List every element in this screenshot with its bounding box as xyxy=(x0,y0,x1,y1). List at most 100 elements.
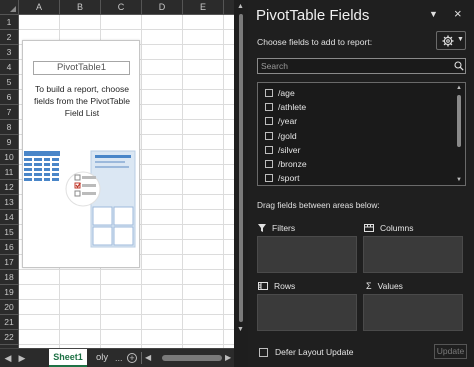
next-sheet-icon[interactable]: ▶ xyxy=(16,349,28,367)
list-scroll-down-icon[interactable]: ▼ xyxy=(456,177,462,183)
field-checkbox[interactable] xyxy=(265,131,273,140)
row-header[interactable]: 6 xyxy=(0,90,18,105)
field-list-item[interactable]: /age xyxy=(265,86,295,100)
pivot-table-name: PivotTable1 xyxy=(33,61,130,75)
add-sheet-icon[interactable]: + xyxy=(127,353,137,363)
pivot-table-placeholder[interactable]: PivotTable1 To build a report, choose fi… xyxy=(22,40,140,268)
filters-drop-zone[interactable] xyxy=(257,236,357,273)
drag-fields-label: Drag fields between areas below: xyxy=(257,200,380,210)
scroll-up-icon[interactable]: ▲ xyxy=(237,3,244,10)
scroll-right-icon[interactable]: ▶ xyxy=(225,349,231,367)
scroll-down-icon[interactable]: ▼ xyxy=(237,326,244,333)
field-list-item[interactable]: /athlete xyxy=(265,100,306,114)
column-header[interactable]: A xyxy=(19,0,60,14)
rows-drop-zone[interactable] xyxy=(257,294,357,331)
row-header[interactable]: 12 xyxy=(0,180,18,195)
field-label: /athlete xyxy=(278,102,307,113)
defer-layout-label: Defer Layout Update xyxy=(275,347,354,357)
row-headers: 1234567891011121314151617181920212223 xyxy=(0,15,19,348)
worksheet[interactable]: ABCDE 1 2 3 4 5 6 7 8 9 10 11 12 13 14 15 16 17 18 19 20 21 2… xyxy=(0,0,234,348)
column-header[interactable]: D xyxy=(142,0,183,14)
row-header[interactable]: 15 xyxy=(0,225,18,240)
field-label: /age xyxy=(278,88,295,98)
row-header[interactable]: 17 xyxy=(0,255,18,270)
field-label: /bronze xyxy=(278,159,307,169)
rows-label: Rows xyxy=(274,281,296,291)
field-checkbox[interactable] xyxy=(265,117,273,126)
row-header[interactable]: 22 xyxy=(0,330,18,345)
list-scroll-up-icon[interactable]: ▲ xyxy=(456,85,462,91)
row-header[interactable]: 20 xyxy=(0,300,18,315)
pivot-illustration-icon xyxy=(24,150,136,248)
tab-divider[interactable] xyxy=(141,352,142,364)
pivot-fields-pane: PivotTable Fields ▼ × Choose fields to a… xyxy=(248,0,474,367)
vertical-scrollbar[interactable]: ▲ ▼ xyxy=(234,0,248,367)
gear-icon xyxy=(442,35,454,47)
columns-icon xyxy=(364,224,374,232)
filters-label: Filters xyxy=(272,223,296,233)
sheet-tab-oly[interactable]: oly xyxy=(96,349,108,367)
row-header[interactable]: 3 xyxy=(0,45,18,60)
prev-sheet-icon[interactable]: ◀ xyxy=(2,349,14,367)
values-area-header: Σ Values xyxy=(366,279,403,293)
row-header[interactable]: 10 xyxy=(0,150,18,165)
values-label: Values xyxy=(377,281,403,291)
field-checkbox[interactable] xyxy=(265,145,273,154)
select-all-corner[interactable] xyxy=(0,0,19,15)
more-sheets-button[interactable]: ... xyxy=(115,349,123,367)
filters-area-header: Filters xyxy=(258,221,295,235)
rows-icon xyxy=(258,282,268,290)
pane-title: PivotTable Fields xyxy=(256,7,370,24)
field-label: /silver xyxy=(278,144,301,155)
horizontal-scrollbar-thumb[interactable] xyxy=(162,355,222,361)
column-headers: ABCDE xyxy=(19,0,234,15)
row-header[interactable]: 18 xyxy=(0,270,18,285)
field-list-item[interactable]: /silver xyxy=(265,143,300,157)
row-header[interactable]: 19 xyxy=(0,285,18,300)
field-list-item[interactable]: /sport xyxy=(265,171,300,185)
search-icon[interactable] xyxy=(454,61,464,71)
row-header[interactable]: 7 xyxy=(0,105,18,120)
column-header[interactable]: E xyxy=(183,0,224,14)
field-list[interactable]: ▲ ▼ /age/athlete/year/gold/silver/bronze… xyxy=(257,82,466,186)
row-header[interactable]: 5 xyxy=(0,75,18,90)
row-header[interactable]: 13 xyxy=(0,195,18,210)
filter-icon xyxy=(258,224,266,232)
row-header[interactable]: 1 xyxy=(0,15,18,30)
sheet-tab-sheet1[interactable]: Sheet1 xyxy=(49,349,87,367)
excel-window: ABCDE 1 2 3 4 5 6 7 8 9 10 11 12 13 14 15 16 17 18 19 20 21 2… xyxy=(0,0,474,367)
update-button[interactable]: Update xyxy=(434,344,467,359)
pane-options-chevron-icon[interactable]: ▼ xyxy=(429,9,438,19)
field-search-box[interactable] xyxy=(257,58,466,74)
field-list-item[interactable]: /gold xyxy=(265,129,297,143)
field-checkbox[interactable] xyxy=(265,89,273,97)
column-header[interactable]: B xyxy=(60,0,101,14)
list-scrollbar-thumb[interactable] xyxy=(457,95,461,147)
columns-drop-zone[interactable] xyxy=(363,236,463,273)
field-checkbox[interactable] xyxy=(265,174,273,183)
row-header[interactable]: 11 xyxy=(0,165,18,180)
field-list-item[interactable]: /year xyxy=(265,114,297,128)
row-header[interactable]: 8 xyxy=(0,120,18,135)
row-header[interactable]: 14 xyxy=(0,210,18,225)
row-header[interactable]: 16 xyxy=(0,240,18,255)
defer-layout-update[interactable]: Defer Layout Update xyxy=(259,347,353,357)
chevron-down-icon: ▼ xyxy=(457,36,464,43)
choose-fields-label: Choose fields to add to report: xyxy=(257,37,373,47)
row-header[interactable]: 21 xyxy=(0,315,18,330)
search-input[interactable] xyxy=(258,59,448,73)
field-checkbox[interactable] xyxy=(265,160,273,168)
field-list-item[interactable]: /bronze xyxy=(265,157,307,171)
values-drop-zone[interactable] xyxy=(363,294,463,331)
close-icon[interactable]: × xyxy=(454,6,462,21)
scroll-left-icon[interactable]: ◀ xyxy=(145,349,151,367)
field-settings-button[interactable]: ▼ xyxy=(436,31,466,50)
row-header[interactable]: 4 xyxy=(0,60,18,75)
column-header[interactable]: C xyxy=(101,0,142,14)
row-header[interactable]: 9 xyxy=(0,135,18,150)
defer-layout-checkbox[interactable] xyxy=(259,347,268,357)
field-checkbox[interactable] xyxy=(265,103,273,112)
vertical-scrollbar-thumb[interactable] xyxy=(239,14,243,322)
row-header[interactable]: 2 xyxy=(0,30,18,45)
columns-label: Columns xyxy=(380,223,414,233)
